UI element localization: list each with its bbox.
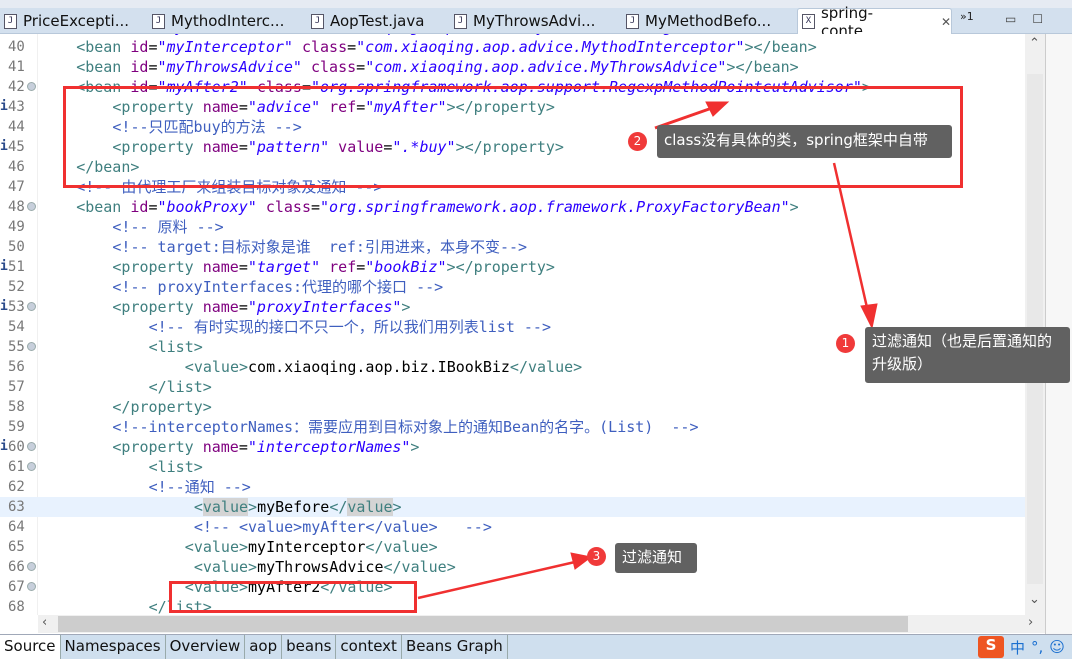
arrow-1-head [860, 303, 878, 330]
arrow-3 [417, 560, 576, 600]
annotation-callout-1: 过滤通知（也是后置通知的升级版） [865, 327, 1070, 383]
annotation-badge-2: 2 [628, 132, 647, 151]
arrow-2-head [705, 101, 730, 117]
annotation-badge-1: 1 [836, 334, 855, 353]
annotation-badge-3: 3 [587, 547, 606, 566]
annotation-callout-2: class没有具体的类，spring框架中自带 [657, 125, 952, 158]
annotation-callout-3: 过滤通知 [615, 543, 697, 573]
arrow-1 [832, 162, 870, 313]
